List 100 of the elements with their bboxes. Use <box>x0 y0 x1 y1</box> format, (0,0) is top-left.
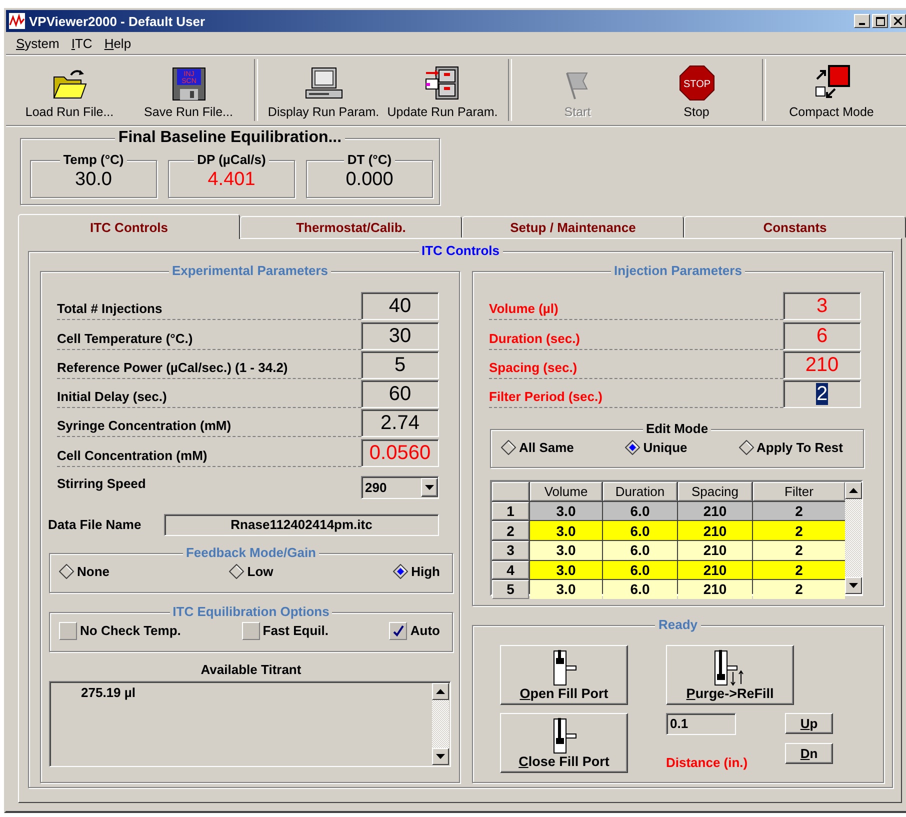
maximize-button[interactable] <box>872 14 888 28</box>
parameter-field[interactable]: 2.74 <box>361 409 439 438</box>
tab[interactable]: Thermostat/Calib. <box>240 216 462 238</box>
vertical-scrollbar[interactable] <box>845 482 862 594</box>
fill-port-button[interactable]: Purge->ReFill <box>666 645 794 705</box>
up-arrow-icon <box>436 688 445 694</box>
parameter-field[interactable]: 5 <box>361 350 439 379</box>
parameter-field[interactable]: 60 <box>361 380 439 408</box>
close-icon <box>894 17 902 25</box>
checkbox[interactable] <box>389 622 408 640</box>
toolbar-button[interactable]: Display Run Param. <box>264 55 383 125</box>
computer-icon <box>304 67 344 101</box>
table-cell: 3.0 <box>530 560 602 580</box>
radio-button[interactable] <box>393 564 408 579</box>
row-header[interactable]: 3 <box>492 540 529 560</box>
table-cell: 2 <box>753 560 845 580</box>
distance-label: Distance (in.) <box>666 755 749 770</box>
radio-button[interactable] <box>501 440 516 456</box>
table-cell: 6.0 <box>603 502 677 520</box>
distance-field[interactable]: 0.1 <box>666 713 736 735</box>
titrant-label: Available Titrant <box>200 662 302 677</box>
dropdown-arrow-icon <box>425 484 434 490</box>
window-title: VPViewer2000 - Default User <box>29 14 206 28</box>
window-arrows-icon <box>812 65 850 101</box>
radio-button[interactable] <box>625 440 640 456</box>
table-cell: 210 <box>678 540 752 560</box>
row-header[interactable]: 1 <box>492 502 529 520</box>
readout-label: DT (°C) <box>344 152 395 167</box>
close-button[interactable] <box>890 14 906 28</box>
row-header[interactable]: 2 <box>492 521 529 540</box>
toolbar-button[interactable]: Load Run File... <box>10 55 129 125</box>
checkbox-label: Fast Equil. <box>262 623 328 638</box>
toolbar-button[interactable]: STOP Stop <box>637 55 756 125</box>
radio-label: Apply To Rest <box>756 440 843 456</box>
group-title: Edit Mode <box>642 421 712 436</box>
menu-item[interactable]: ITC <box>65 36 98 50</box>
column-header: Volume <box>530 482 602 501</box>
tab[interactable]: Constants <box>684 216 906 238</box>
radio-label: High <box>411 564 440 579</box>
stirring-speed-label: Stirring Speed <box>57 476 146 491</box>
step-button[interactable]: Dn <box>785 743 833 764</box>
down-arrow-icon <box>436 754 445 759</box>
data-file-field[interactable]: Rnase112402414pm.itc <box>164 514 439 536</box>
radio-label: All Same <box>519 440 574 456</box>
file-cabinet-icon <box>424 65 462 101</box>
table-cell: 2 <box>753 540 845 560</box>
table-cell: 2 <box>753 502 845 520</box>
group-title: Feedback Mode/Gain <box>182 544 320 560</box>
table-cell: 210 <box>678 521 752 540</box>
radio-label: Low <box>247 564 274 579</box>
readout-label: DP (µCal/s) <box>194 152 269 167</box>
group-title: Ready <box>655 617 701 632</box>
table-cell: 2 <box>753 521 845 540</box>
table-cell: 3.0 <box>530 502 602 520</box>
app-icon <box>9 13 25 29</box>
table-cell: 210 <box>678 580 752 599</box>
fill-port-button[interactable]: Close Fill Port <box>500 713 628 773</box>
menu-item[interactable]: System <box>10 36 66 50</box>
row-header[interactable]: 5 <box>492 580 529 599</box>
table-cell: 210 <box>678 560 752 580</box>
step-button[interactable]: Up <box>785 713 833 734</box>
scroll-up-button[interactable] <box>845 482 862 500</box>
toolbar-button[interactable]: Compact Mode <box>772 55 891 125</box>
radio-button[interactable] <box>229 564 244 579</box>
table-cell: 3.0 <box>530 580 602 599</box>
maximize-icon <box>876 16 884 26</box>
panel-title: ITC Controls <box>418 243 502 258</box>
stirring-speed-dropdown[interactable]: 290 <box>361 476 439 499</box>
scroll-down-button[interactable] <box>845 577 862 594</box>
corner-header <box>492 482 529 501</box>
group-title: Injection Parameters <box>611 263 745 278</box>
column-header: Filter <box>753 482 845 501</box>
radio-button[interactable] <box>59 564 74 579</box>
menu-item[interactable]: Help <box>98 36 138 50</box>
minimize-button[interactable] <box>854 14 870 28</box>
down-arrow-icon <box>849 583 858 588</box>
readout-value: 30.0 <box>74 169 113 191</box>
scroll-down-button[interactable] <box>432 748 449 765</box>
checkbox[interactable] <box>242 622 260 640</box>
titrant-text-area[interactable]: 275.19 µl <box>49 680 451 767</box>
scroll-up-button[interactable] <box>432 682 449 700</box>
readout-label: Temp (°C) <box>60 152 127 167</box>
data-file-label: Data File Name <box>48 517 142 532</box>
table-cell: 6.0 <box>603 521 677 540</box>
tab[interactable]: Setup / Maintenance <box>462 216 684 238</box>
column-header: Spacing <box>678 482 752 501</box>
folder-icon <box>50 67 88 101</box>
parameter-field[interactable]: 30 <box>361 322 439 350</box>
tab[interactable]: ITC Controls <box>18 214 240 239</box>
vertical-scrollbar[interactable] <box>432 682 449 765</box>
parameter-field[interactable]: 2 <box>783 380 861 408</box>
dropdown-button[interactable] <box>421 478 438 497</box>
radio-label: None <box>77 564 110 579</box>
radio-button[interactable] <box>738 440 754 456</box>
row-header[interactable]: 4 <box>492 560 529 580</box>
fill-port-button[interactable]: Open Fill Port <box>500 645 628 705</box>
checkbox[interactable] <box>59 622 77 640</box>
parameter-field[interactable]: 40 <box>361 292 439 320</box>
toolbar-button[interactable]: Update Run Param. <box>383 55 502 125</box>
table-cell: 6.0 <box>603 560 677 580</box>
